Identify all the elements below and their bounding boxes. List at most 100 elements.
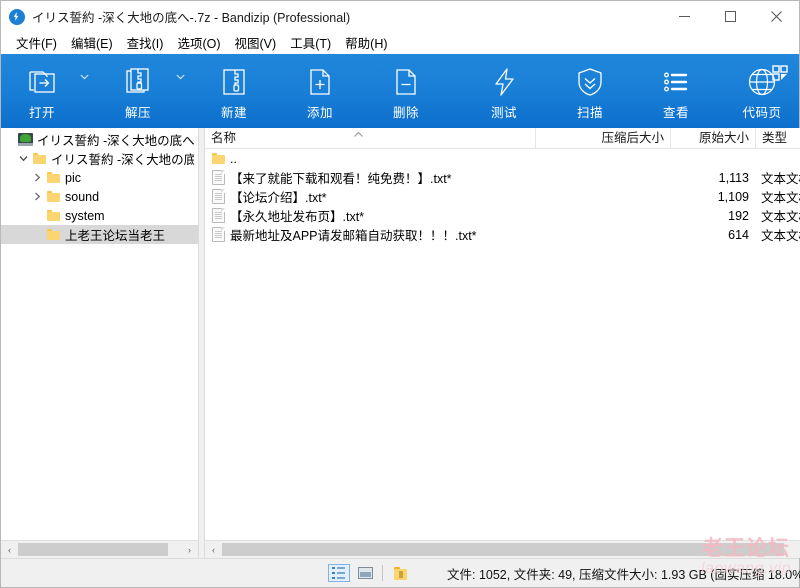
file-name: .. [230, 151, 237, 166]
filelist-horizontal-scrollbar[interactable]: ‹ › [205, 540, 800, 558]
delete-button[interactable]: 删除 [375, 54, 437, 124]
file-name: 最新地址及APP请发邮箱自动获取！！！.txt* [230, 229, 477, 243]
tree-node-label: sound [65, 189, 100, 204]
delete-button-label: 删除 [392, 106, 419, 120]
new-archive-button[interactable]: 新建 [203, 54, 265, 124]
view-button[interactable]: 查看 [645, 54, 707, 124]
table-row[interactable]: 【永久地址发布页】.txt* 192 文本文档 [205, 206, 800, 225]
menu-view[interactable]: 视图(V) [228, 31, 284, 55]
tree-node-sound[interactable]: sound [1, 187, 198, 206]
add-button[interactable]: 添加 [289, 54, 351, 124]
folder-icon [45, 172, 61, 183]
archive-icon [17, 133, 33, 146]
window-title: イリス誓約 -深く大地の底へ-.7z - Bandizip (Professio… [32, 11, 351, 25]
open-archive-icon [26, 63, 58, 101]
toolbar: 打开 解压 新建 添加 删除 测试 扫描 查看 代码页 [1, 54, 799, 128]
tree-node-label: system [65, 208, 105, 223]
archive-tree[interactable]: イリス誓約 -深く大地の底へ-.7z イリス誓約 -深く大地の底へ- [1, 128, 198, 540]
tree-node-label: pic [65, 170, 81, 185]
cell-name[interactable]: 最新地址及APP请发邮箱自动获取！！！.txt* [205, 225, 535, 244]
tree-horizontal-scrollbar[interactable]: ‹ › [1, 540, 198, 558]
scroll-thumb[interactable] [222, 543, 785, 556]
tree-node-pic[interactable]: pic [1, 168, 198, 187]
scroll-right-button[interactable]: › [181, 541, 198, 558]
filelist-body[interactable]: .. 【来了就能下载和观看！纯免费！】.txt* 1,113 文本文档 [205, 149, 800, 540]
tree-twisty-expanded-icon[interactable] [15, 155, 31, 162]
cell-original-size: 1,109 [717, 189, 749, 204]
filelist-header: 名称 压缩后大小 原始大小 类型 [205, 128, 800, 149]
file-name: 【永久地址发布页】.txt* [230, 210, 365, 224]
scan-button[interactable]: 扫描 [559, 54, 621, 124]
column-header-original-size[interactable]: 原始大小 [670, 128, 755, 148]
grid-layout-icon[interactable] [770, 63, 790, 83]
menu-help[interactable]: 帮助(H) [338, 31, 394, 55]
main-content: イリス誓約 -深く大地の底へ-.7z イリス誓約 -深く大地の底へ- [1, 128, 800, 558]
tree-node-archive-root[interactable]: イリス誓約 -深く大地の底へ-.7z [1, 130, 198, 149]
scroll-left-button[interactable]: ‹ [1, 541, 18, 558]
column-header-compressed-size[interactable]: 压缩后大小 [535, 128, 670, 148]
folder-icon [31, 153, 47, 164]
scroll-track[interactable] [222, 541, 800, 558]
tree-node-selected[interactable]: 上老王论坛当老王 [1, 225, 198, 244]
add-button-label: 添加 [306, 106, 333, 120]
list-view-icon [660, 63, 692, 101]
folder-icon [211, 153, 225, 164]
cell-name[interactable]: 【来了就能下载和观看！纯免费！】.txt* [205, 168, 535, 187]
open-button[interactable]: 打开 [11, 54, 73, 124]
tree-pane: イリス誓約 -深く大地の底へ-.7z イリス誓約 -深く大地の底へ- [1, 128, 198, 558]
extract-button[interactable]: 解压 [107, 54, 169, 124]
cell-name[interactable]: 【论坛介绍】.txt* [205, 187, 535, 206]
cell-type: 文本文档 [761, 229, 800, 243]
folder-view-icon[interactable] [389, 564, 411, 582]
close-button[interactable] [753, 1, 799, 32]
column-header-name[interactable]: 名称 [205, 128, 535, 148]
table-row[interactable]: 【论坛介绍】.txt* 1,109 文本文档 [205, 187, 800, 206]
status-divider [382, 565, 383, 581]
add-file-icon [304, 63, 336, 101]
window-controls [661, 1, 799, 32]
menu-find[interactable]: 查找(I) [120, 31, 171, 55]
table-row[interactable]: .. [205, 149, 800, 168]
menu-edit[interactable]: 编辑(E) [64, 31, 120, 55]
scroll-thumb[interactable] [18, 543, 168, 556]
minimize-button[interactable] [661, 1, 707, 32]
folder-icon [45, 191, 61, 202]
tree-twisty-collapsed-icon[interactable] [29, 192, 45, 201]
file-name: 【来了就能下载和观看！纯免费！】.txt* [230, 172, 452, 186]
scroll-left-button[interactable]: ‹ [205, 541, 222, 558]
test-button[interactable]: 测试 [473, 54, 535, 124]
menu-tools[interactable]: 工具(T) [283, 31, 338, 55]
table-row[interactable]: 最新地址及APP请发邮箱自动获取！！！.txt* 614 文本文档 [205, 225, 800, 244]
thumbnail-view-icon[interactable] [354, 564, 376, 582]
cell-type: 文本文档 [761, 210, 800, 224]
maximize-button[interactable] [707, 1, 753, 32]
status-text: 文件: 1052, 文件夹: 49, 压缩文件大小: 1.93 GB (固实压缩… [447, 567, 800, 582]
extract-button-label: 解压 [124, 106, 151, 120]
title-bar: イリス誓約 -深く大地の底へ-.7z - Bandizip (Professio… [1, 1, 799, 32]
text-file-icon [211, 208, 225, 223]
cell-type: 文本文档 [761, 191, 800, 205]
extract-dropdown-caret[interactable] [169, 54, 191, 124]
cell-name[interactable]: 【永久地址发布页】.txt* [205, 206, 535, 225]
tree-node-label: 上老王论坛当老王 [65, 229, 166, 243]
column-header-type[interactable]: 类型 [755, 128, 800, 148]
open-dropdown-caret[interactable] [73, 54, 95, 124]
menu-options[interactable]: 选项(O) [170, 31, 227, 55]
pane-splitter[interactable] [198, 128, 205, 558]
list-view-icon[interactable] [328, 564, 350, 582]
menu-file[interactable]: 文件(F) [9, 31, 64, 55]
tree-node-system[interactable]: system [1, 206, 198, 225]
cell-type: 文本文档 [761, 172, 800, 186]
tree-node-label: イリス誓約 -深く大地の底へ- [51, 153, 194, 167]
table-row[interactable]: 【来了就能下载和观看！纯免费！】.txt* 1,113 文本文档 [205, 168, 800, 187]
cell-name[interactable]: .. [205, 152, 535, 166]
tree-node-archive-folder[interactable]: イリス誓約 -深く大地の底へ- [1, 149, 198, 168]
open-button-label: 打开 [28, 106, 55, 120]
bandizip-bolt-icon [9, 8, 25, 25]
codepage-button-label: 代码页 [742, 106, 782, 120]
scan-button-label: 扫描 [576, 106, 603, 120]
file-name: 【论坛介绍】.txt* [230, 191, 327, 205]
scroll-track[interactable] [18, 541, 181, 558]
tree-twisty-collapsed-icon[interactable] [29, 173, 45, 182]
new-archive-icon [218, 63, 250, 101]
